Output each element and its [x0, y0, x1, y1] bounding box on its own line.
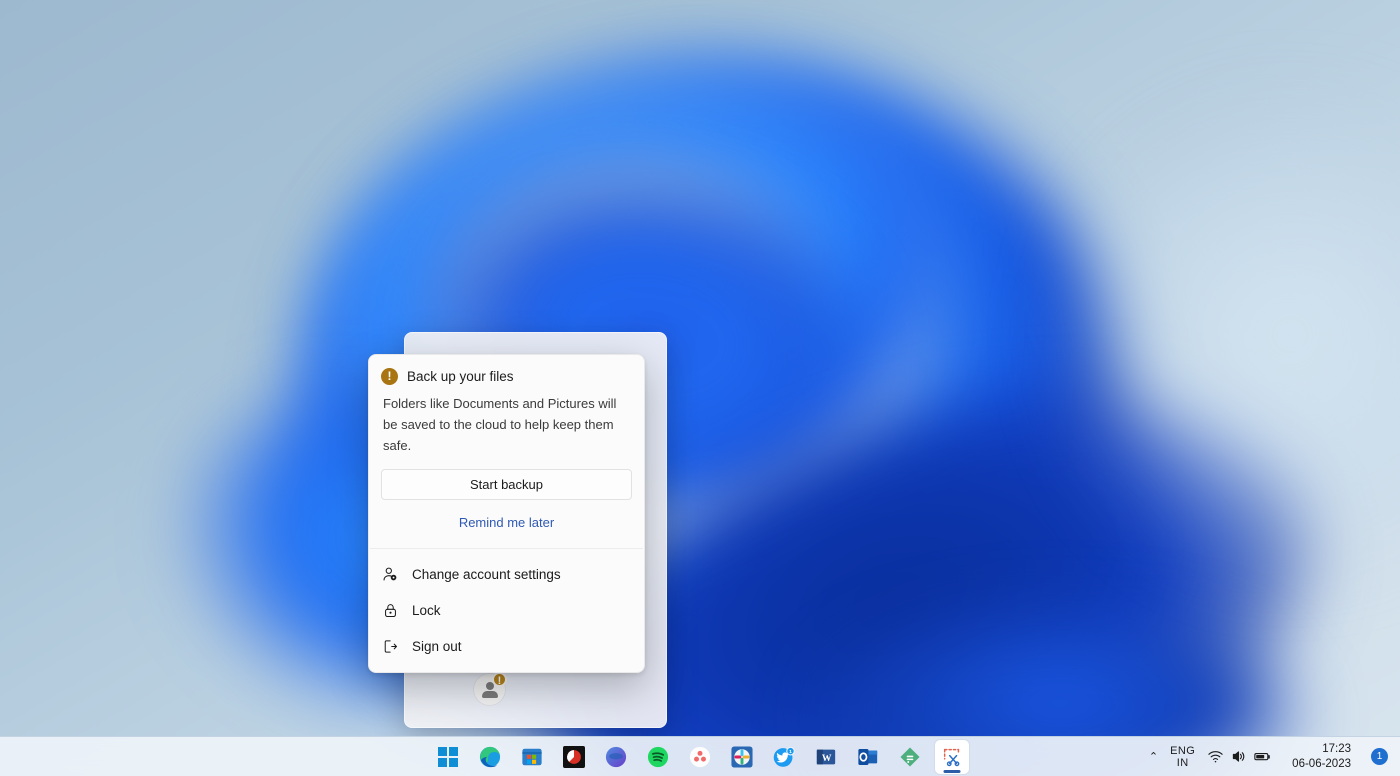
- account-flyout-popup: ! Back up your files Folders like Docume…: [368, 354, 645, 673]
- grammarly-icon: [605, 746, 627, 768]
- taskbar-app-strip: 1 W: [431, 740, 969, 774]
- microsoft-edge-icon: [479, 746, 501, 768]
- start-menu-account-row[interactable]: P C: [404, 666, 667, 718]
- taskbar-app-snipping-tool[interactable]: [935, 740, 969, 774]
- lock-icon: [382, 602, 399, 619]
- asana-icon: [689, 746, 711, 768]
- desktop: P C ! ! Back up your files Folders like …: [0, 0, 1400, 776]
- tray-overflow-button[interactable]: ⌃: [1143, 741, 1164, 773]
- taskbar: 1 W: [0, 736, 1400, 776]
- svg-text:1: 1: [789, 748, 792, 754]
- language-indicator: ENG IN: [1170, 745, 1195, 769]
- account-menu-list: Change account settings Lock: [369, 549, 644, 666]
- taskbar-app-media-player[interactable]: [557, 740, 591, 774]
- battery-icon: [1253, 748, 1272, 765]
- tray-language-button[interactable]: ENG IN: [1164, 741, 1201, 773]
- menu-item-label: Sign out: [412, 639, 462, 654]
- microsoft-word-icon: W: [815, 746, 837, 768]
- backup-title: Back up your files: [407, 369, 514, 384]
- tray-clock-button[interactable]: 17:23 06-06-2023: [1278, 741, 1365, 773]
- taskbar-app-feedly[interactable]: [893, 740, 927, 774]
- taskbar-app-twitter[interactable]: 1: [767, 740, 801, 774]
- snipping-tool-icon: [941, 746, 963, 768]
- spotify-icon: [647, 746, 669, 768]
- tray-notification-button[interactable]: 1: [1365, 741, 1394, 773]
- remind-me-later-link[interactable]: Remind me later: [381, 511, 632, 540]
- taskbar-app-microsoft-store[interactable]: [515, 740, 549, 774]
- slack-icon: [731, 746, 753, 768]
- sign-out-icon: [382, 638, 399, 655]
- clock-block: 17:23 06-06-2023: [1284, 742, 1359, 772]
- menu-item-lock[interactable]: Lock: [373, 592, 640, 628]
- clock-time: 17:23: [1292, 742, 1351, 757]
- feedly-icon: [899, 746, 921, 768]
- start-backup-button[interactable]: Start backup: [381, 469, 632, 500]
- microsoft-store-icon: [521, 746, 543, 768]
- notification-count-badge: 1: [1371, 748, 1388, 765]
- microsoft-outlook-icon: [857, 746, 879, 768]
- system-tray: ⌃ ENG IN: [1143, 737, 1394, 776]
- menu-item-sign-out[interactable]: Sign out: [373, 628, 640, 664]
- backup-prompt-section: ! Back up your files Folders like Docume…: [369, 355, 644, 548]
- wallpaper-bloom-highlight: [1080, 120, 1400, 550]
- taskbar-app-grammarly[interactable]: [599, 740, 633, 774]
- taskbar-app-word[interactable]: W: [809, 740, 843, 774]
- svg-text:W: W: [822, 753, 832, 764]
- menu-item-label: Change account settings: [412, 567, 561, 582]
- taskbar-app-slack[interactable]: [725, 740, 759, 774]
- app-running-indicator: [944, 770, 961, 773]
- account-settings-icon: [382, 566, 399, 583]
- taskbar-start-button[interactable]: [431, 740, 465, 774]
- language-primary: ENG: [1170, 745, 1195, 757]
- menu-item-label: Lock: [412, 603, 441, 618]
- menu-item-change-account-settings[interactable]: Change account settings: [373, 556, 640, 592]
- windows-logo-icon: [437, 746, 459, 768]
- speaker-icon: [1230, 748, 1247, 765]
- wifi-icon: [1207, 748, 1224, 765]
- user-avatar-icon[interactable]: !: [474, 674, 505, 705]
- twitter-icon: 1: [773, 746, 795, 768]
- language-region: IN: [1170, 757, 1195, 769]
- media-player-icon: [563, 746, 585, 768]
- tray-quick-settings-button[interactable]: [1201, 741, 1278, 773]
- avatar-warning-badge: !: [492, 672, 507, 687]
- clock-date: 06-06-2023: [1292, 757, 1351, 772]
- taskbar-app-outlook[interactable]: [851, 740, 885, 774]
- chevron-up-icon: ⌃: [1149, 750, 1158, 763]
- taskbar-app-spotify[interactable]: [641, 740, 675, 774]
- taskbar-app-asana[interactable]: [683, 740, 717, 774]
- taskbar-app-microsoft-edge[interactable]: [473, 740, 507, 774]
- warning-exclamation-icon: !: [381, 368, 398, 385]
- backup-description: Folders like Documents and Pictures will…: [381, 393, 632, 456]
- backup-title-row: ! Back up your files: [381, 368, 632, 385]
